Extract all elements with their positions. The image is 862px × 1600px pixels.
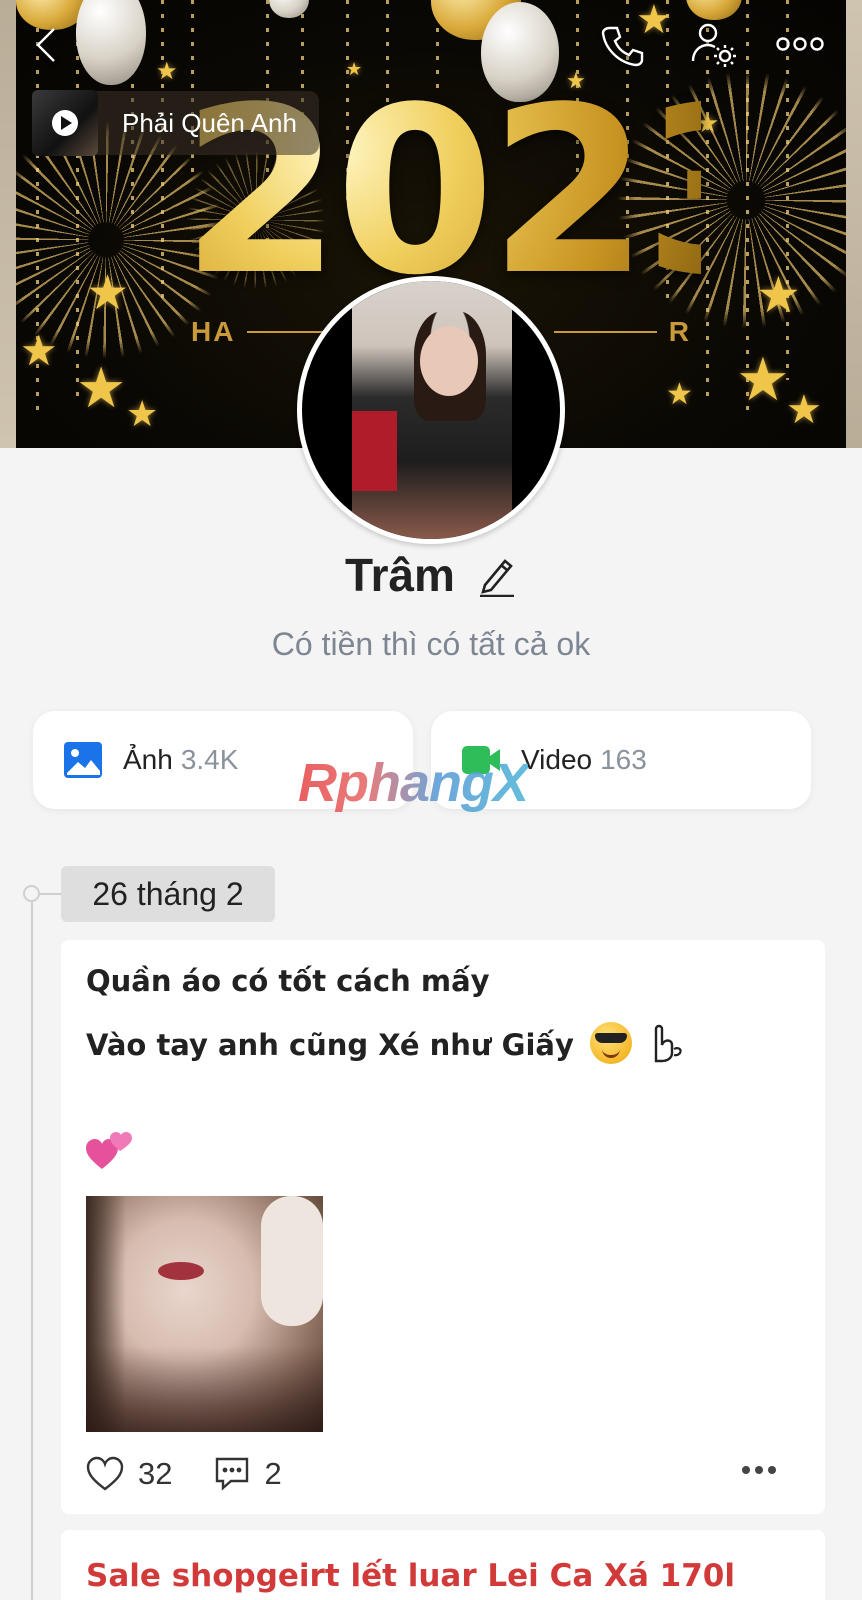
like-button[interactable]: 32 xyxy=(86,1456,172,1492)
music-title[interactable]: Phải Quên Anh xyxy=(94,91,319,155)
timeline-post[interactable]: Quần áo có tốt cách mấy Vào tay anh cũng… xyxy=(61,940,825,1514)
profile-settings-button[interactable] xyxy=(686,20,742,70)
post-photo[interactable] xyxy=(86,1196,323,1432)
two-hearts-emoji-icon xyxy=(86,1132,132,1169)
pencil-icon xyxy=(479,559,514,598)
watermark: RphangX xyxy=(298,753,529,813)
timeline-date: 26 tháng 2 xyxy=(61,866,275,922)
photos-count: 3.4K xyxy=(180,744,239,775)
call-button[interactable] xyxy=(596,20,648,70)
star-decoration: ★ xyxy=(86,267,130,320)
timeline-line xyxy=(31,893,33,1600)
like-count: 32 xyxy=(138,1456,173,1491)
comment-count: 2 xyxy=(264,1456,282,1491)
more-options-button[interactable] xyxy=(772,24,828,64)
sunglasses-emoji-icon xyxy=(589,1022,632,1064)
timeline-dot xyxy=(23,885,40,902)
photos-label: Ảnh xyxy=(123,744,173,775)
dot-icon xyxy=(742,1466,750,1474)
phone-icon xyxy=(601,26,644,67)
profile-music-player[interactable]: Phải Quên Anh xyxy=(32,90,319,156)
more-icon xyxy=(776,37,824,51)
profile-bio: Có tiền thì có tất cả ok xyxy=(271,626,591,662)
post-actions: 32 2 xyxy=(86,1452,806,1496)
comment-button[interactable]: 2 xyxy=(214,1456,282,1492)
post-more-button[interactable] xyxy=(742,1466,776,1474)
next-post-text: Sale shopgeirt lết luar Lei Ca Xá 170l xyxy=(86,1558,736,1594)
user-settings-icon xyxy=(691,23,736,67)
videos-count: 163 xyxy=(600,744,647,775)
hand-sign-icon xyxy=(650,1023,684,1063)
music-thumbnail xyxy=(32,90,98,156)
image-icon xyxy=(64,742,102,778)
edit-name-button[interactable] xyxy=(477,553,517,598)
cover-frame-left xyxy=(0,0,16,448)
avatar[interactable] xyxy=(297,276,565,544)
back-icon xyxy=(36,28,55,62)
play-icon[interactable] xyxy=(52,110,78,136)
comment-icon xyxy=(216,1457,249,1491)
profile-name-row: Trâm xyxy=(0,548,862,602)
cover-frame-right xyxy=(846,0,862,448)
next-timeline-post[interactable]: Sale shopgeirt lết luar Lei Ca Xá 170l xyxy=(61,1530,825,1600)
videos-label: Video xyxy=(521,744,593,775)
post-text-line-1: Quần áo có tốt cách mấy xyxy=(86,964,490,998)
profile-name: Trâm xyxy=(345,549,455,601)
back-button[interactable] xyxy=(24,20,68,70)
heart-icon xyxy=(86,1456,124,1491)
post-text-line-2: Vào tay anh cũng Xé như Giấy xyxy=(86,1022,684,1064)
